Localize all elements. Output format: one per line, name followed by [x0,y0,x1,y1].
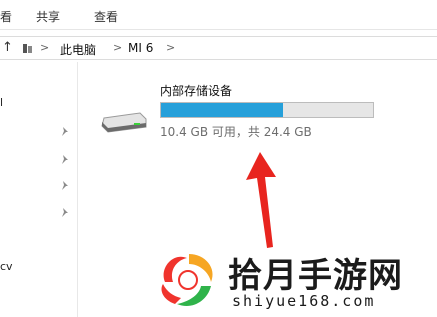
ribbon: 看 共享 查看 [0,0,437,30]
navigation-pane: l cv [0,62,78,317]
tab-view-partial[interactable]: 看 [0,8,12,25]
drive-title: 内部存储设备 [160,84,233,98]
capacity-bar [160,102,374,118]
address-bar[interactable]: ↑ > 此电脑 > MI 6 > [0,36,437,60]
up-arrow-icon[interactable]: ↑ [2,40,13,55]
red-arrow-icon [246,152,276,248]
nav-item-partial[interactable]: cv [0,260,13,273]
pin-icon [62,127,68,136]
breadcrumb-separator-icon: > [166,41,176,54]
breadcrumb-separator-icon: > [113,41,123,54]
drive-capacity-text: 10.4 GB 可用，共 24.4 GB [160,125,312,139]
internal-storage-tile[interactable]: 内部存储设备 10.4 GB 可用，共 24.4 GB [100,80,380,140]
pin-icon [62,208,68,217]
capacity-bar-fill [161,103,283,117]
tab-view[interactable]: 查看 [94,8,118,25]
pin-icon [62,155,68,164]
breadcrumb-mi6[interactable]: MI 6 [128,41,153,55]
tab-share[interactable]: 共享 [36,8,60,25]
nav-item-partial[interactable]: l [0,96,3,109]
breadcrumb-separator-icon: > [40,41,50,54]
watermark-url: shiyue168.com [232,292,376,310]
this-pc-icon [23,44,32,53]
watermark-logo-icon [161,254,213,306]
drive-icon [101,112,147,133]
watermark-brand: 拾月手游网 [228,256,403,296]
breadcrumb-this-pc[interactable]: 此电脑 [60,41,96,58]
pin-icon [62,181,68,190]
